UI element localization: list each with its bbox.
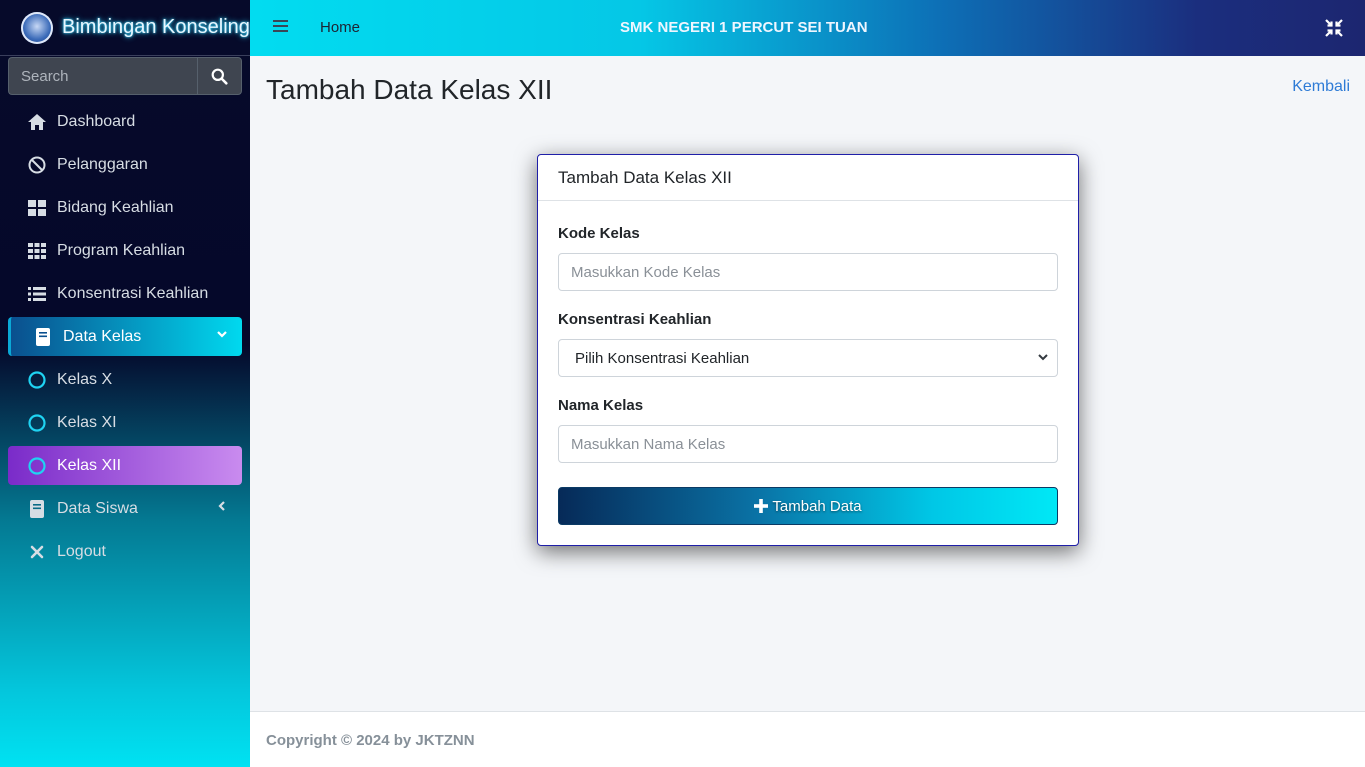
sidebar-item-bidang-keahlian[interactable]: Bidang Keahlian	[8, 188, 242, 227]
home-icon	[27, 112, 47, 132]
chevron-down-icon	[216, 327, 228, 345]
fullscreen-icon[interactable]	[1325, 19, 1343, 42]
sidebar-item-kelas-xi[interactable]: Kelas XI	[8, 403, 242, 442]
sidebar-item-konsentrasi-keahlian[interactable]: Konsentrasi Keahlian	[8, 274, 242, 313]
sidebar-item-label: Kelas XII	[57, 456, 122, 474]
sidebar-item-label: Data Siswa	[57, 499, 138, 517]
sidebar-item-pelanggaran[interactable]: Pelanggaran	[8, 145, 242, 184]
sidebar-item-label: Kelas X	[57, 370, 113, 388]
tambah-data-button[interactable]: Tambah Data	[558, 487, 1058, 525]
sidebar-item-logout[interactable]: Logout	[8, 532, 242, 571]
circle-icon	[27, 456, 47, 476]
circle-icon	[27, 413, 47, 433]
brand[interactable]: Bimbingan Konseling	[0, 0, 250, 56]
sidebar-item-kelas-x[interactable]: Kelas X	[8, 360, 242, 399]
konsentrasi-keahlian-select[interactable]: Pilih Konsentrasi Keahlian	[558, 339, 1058, 377]
hamburger-icon[interactable]	[273, 19, 288, 38]
sidebar-search	[8, 57, 242, 95]
sidebar-item-kelas-xii[interactable]: Kelas XII	[8, 446, 242, 485]
topbar: Home SMK NEGERI 1 PERCUT SEI TUAN	[250, 0, 1365, 56]
book-icon	[27, 499, 47, 519]
grid-icon	[27, 198, 47, 218]
search-icon	[211, 68, 228, 85]
button-label: Tambah Data	[772, 497, 862, 515]
plus-icon	[754, 499, 769, 513]
sidebar-item-program-keahlian[interactable]: Program Keahlian	[8, 231, 242, 270]
school-name: SMK NEGERI 1 PERCUT SEI TUAN	[620, 19, 868, 36]
chevron-down-icon	[1037, 350, 1049, 367]
sidebar-item-label: Dashboard	[57, 112, 136, 130]
sidebar-item-label: Program Keahlian	[57, 241, 186, 259]
nama-kelas-input[interactable]	[558, 425, 1058, 463]
sidebar-item-label: Data Kelas	[63, 327, 142, 345]
sidebar-item-label: Kelas XI	[57, 413, 117, 431]
sidebar: Bimbingan Konseling Dashboard Pelanggara…	[0, 0, 250, 767]
select-value: Pilih Konsentrasi Keahlian	[575, 349, 750, 367]
sidebar-nav: Dashboard Pelanggaran Bidang Keahlian Pr…	[8, 102, 242, 575]
kode-kelas-input[interactable]	[558, 253, 1058, 291]
kode-kelas-label: Kode Kelas	[558, 225, 640, 242]
konsentrasi-keahlian-label: Konsentrasi Keahlian	[558, 311, 712, 328]
list-icon	[27, 284, 47, 304]
card-title: Tambah Data Kelas XII	[538, 155, 1078, 201]
form-card: Tambah Data Kelas XII Kode Kelas Konsent…	[537, 154, 1079, 546]
search-input[interactable]	[8, 57, 197, 95]
search-button[interactable]	[197, 57, 242, 95]
close-icon	[27, 542, 47, 562]
ban-icon	[27, 155, 47, 175]
book-icon	[33, 327, 53, 347]
sidebar-item-dashboard[interactable]: Dashboard	[8, 102, 242, 141]
sidebar-item-label: Bidang Keahlian	[57, 198, 174, 216]
chevron-left-icon	[216, 499, 228, 517]
circle-icon	[27, 370, 47, 390]
th-icon	[27, 241, 47, 261]
sidebar-item-label: Logout	[57, 542, 106, 560]
sidebar-item-label: Konsentrasi Keahlian	[57, 284, 209, 302]
copyright-text: Copyright © 2024 by JKTZNN	[266, 732, 475, 749]
page-title: Tambah Data Kelas XII	[266, 74, 553, 105]
back-link[interactable]: Kembali	[1292, 78, 1350, 96]
brand-name: Bimbingan Konseling	[62, 16, 250, 38]
sidebar-item-data-kelas[interactable]: Data Kelas	[8, 317, 242, 356]
brand-logo	[21, 11, 53, 44]
footer: Copyright © 2024 by JKTZNN	[250, 711, 1365, 767]
card-body: Kode Kelas Konsentrasi Keahlian Pilih Ko…	[538, 225, 1078, 525]
sidebar-item-data-siswa[interactable]: Data Siswa	[8, 489, 242, 528]
sidebar-item-label: Pelanggaran	[57, 155, 148, 173]
nama-kelas-label: Nama Kelas	[558, 397, 644, 414]
home-link[interactable]: Home	[320, 19, 360, 36]
